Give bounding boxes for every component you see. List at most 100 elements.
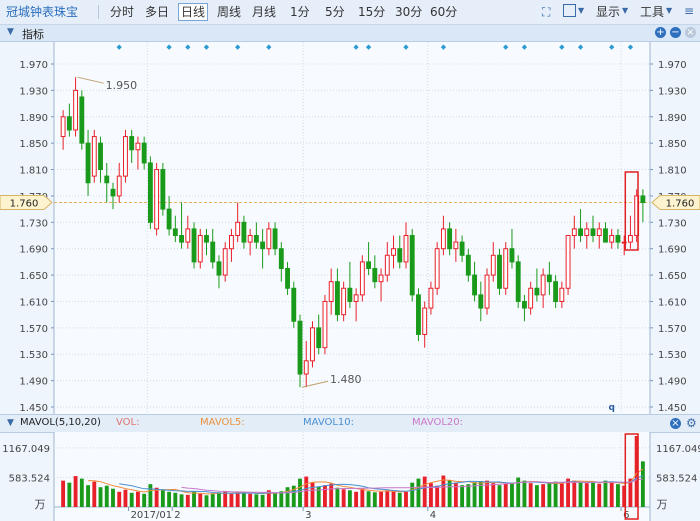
period-30min[interactable]: 30分 xyxy=(395,4,422,20)
window-icon[interactable] xyxy=(563,4,576,17)
candle-body xyxy=(303,360,309,375)
candle-body xyxy=(328,281,334,302)
indicator-label[interactable]: 指标 xyxy=(22,26,44,42)
event-marker: ◆ xyxy=(522,43,528,51)
window-dropdown-icon[interactable]: ▼ xyxy=(578,6,584,15)
volume-bar xyxy=(160,490,165,507)
price-chart[interactable]: 1.970 1.970 1.930 1.930 1.890 1.890 1.850 1.850… xyxy=(0,42,700,414)
volume-bar xyxy=(129,492,134,507)
candle-body xyxy=(116,175,122,197)
period-multiday[interactable]: 多日 xyxy=(145,4,169,20)
close-icon[interactable]: × xyxy=(685,27,696,38)
toolbar: 冠城钟表珠宝 分时 多日 日线 周线 月线 1分 5分 15分 30分 60分 … xyxy=(0,0,700,25)
candle-body xyxy=(285,267,290,289)
add-icon[interactable]: + xyxy=(655,27,666,38)
ma5-legend: MAVOL5: xyxy=(200,417,245,428)
candle-body xyxy=(553,281,559,302)
volume-bar xyxy=(510,482,514,507)
volume-bar xyxy=(298,478,302,507)
volume-bar xyxy=(86,485,90,507)
volume-bar xyxy=(410,482,415,507)
price-tick-label-right: 1.490 xyxy=(658,377,687,388)
candle-body xyxy=(546,274,552,283)
price-tick-label-right: 1.890 xyxy=(658,113,687,124)
price-tick-label-right: 1.450 xyxy=(658,403,687,414)
candle-body xyxy=(447,228,453,250)
price-tick-label-left: 1.930 xyxy=(19,86,48,97)
tools-dropdown-icon[interactable]: ▼ xyxy=(666,6,672,15)
volume-bar xyxy=(167,491,172,507)
volume-bar xyxy=(92,481,97,507)
candle-body xyxy=(197,235,203,263)
period-5min[interactable]: 5分 xyxy=(325,4,345,20)
candle xyxy=(416,288,421,342)
settings-gear-icon[interactable]: ⚙ xyxy=(686,416,697,430)
candle-body xyxy=(440,228,446,250)
volume-bar xyxy=(111,488,115,507)
volume-bar xyxy=(260,494,265,507)
candle-body xyxy=(98,142,103,171)
period-60min[interactable]: 60分 xyxy=(430,4,457,20)
event-marker: ◆ xyxy=(185,43,191,51)
collapse-icon[interactable]: ▼ xyxy=(7,27,14,37)
current-price-label-right: 1.760 xyxy=(666,199,695,210)
volume-tick-label-left: 1167.049 xyxy=(2,444,50,455)
candle-body xyxy=(565,235,571,289)
period-15min[interactable]: 15分 xyxy=(358,4,385,20)
menu-icon[interactable]: ≡ xyxy=(684,4,694,18)
volume-bar xyxy=(385,490,390,507)
price-tick-label-left: 1.730 xyxy=(19,218,48,229)
volume-bar xyxy=(192,491,196,507)
candle-body xyxy=(191,228,197,263)
fullscreen-icon[interactable]: ⛶ xyxy=(542,5,550,20)
volume-bar xyxy=(98,487,103,507)
candle-body xyxy=(347,287,353,302)
volume-bar xyxy=(179,494,184,507)
volume-bar xyxy=(185,494,190,507)
price-tick-label-right: 1.810 xyxy=(658,166,687,177)
candle-body xyxy=(627,235,633,243)
remove-icon[interactable]: − xyxy=(670,27,681,38)
volume-bar xyxy=(572,480,577,507)
candle xyxy=(160,162,166,216)
candle xyxy=(434,242,440,295)
candle-body xyxy=(490,254,496,276)
candle-body xyxy=(60,116,66,138)
candle-body xyxy=(166,208,172,230)
volume-bar xyxy=(366,491,371,507)
volume-close-icon[interactable]: × xyxy=(670,418,681,429)
volume-chart[interactable]: 1167.049 1167.049 583.524 583.524 万 万 2017/01 2… xyxy=(0,432,700,521)
candle-body xyxy=(272,228,278,250)
candle-body xyxy=(378,274,384,283)
x-axis-label: 2017/01 xyxy=(131,510,173,521)
candle-body xyxy=(135,142,141,151)
volume-bar xyxy=(273,492,278,507)
display-menu[interactable]: 显示 xyxy=(596,4,620,20)
volume-bar xyxy=(597,483,602,507)
volume-bar: ▼ MAVOL(5,10,20) VOL: MAVOL5: MAVOL10: M… xyxy=(0,414,700,433)
period-weekly[interactable]: 周线 xyxy=(217,4,241,20)
period-daily[interactable]: 日线 xyxy=(178,3,209,21)
toolbar-separator xyxy=(98,5,99,19)
period-intraday[interactable]: 分时 xyxy=(110,4,134,20)
price-tick-label-left: 1.850 xyxy=(19,139,48,150)
volume-bar xyxy=(491,483,496,507)
volume-indicator-name[interactable]: MAVOL(5,10,20) xyxy=(20,417,101,428)
volume-bar xyxy=(553,481,558,507)
volume-bar xyxy=(391,491,396,507)
tools-menu[interactable]: 工具 xyxy=(640,4,664,20)
display-dropdown-icon[interactable]: ▼ xyxy=(622,6,628,15)
candle-body xyxy=(503,248,509,289)
candle xyxy=(310,321,315,368)
candle-body xyxy=(185,228,191,243)
event-marker: ◆ xyxy=(503,43,509,51)
volume-bar xyxy=(79,478,84,507)
volume-bar xyxy=(559,482,564,507)
volume-bar xyxy=(310,482,315,507)
volume-tick-label-left: 583.524 xyxy=(9,473,50,484)
period-monthly[interactable]: 月线 xyxy=(252,4,276,20)
period-1min[interactable]: 1分 xyxy=(290,4,310,20)
volume-collapse-icon[interactable]: ▼ xyxy=(7,418,14,428)
stock-title[interactable]: 冠城钟表珠宝 xyxy=(6,4,78,20)
event-marker: ◆ xyxy=(628,43,634,51)
